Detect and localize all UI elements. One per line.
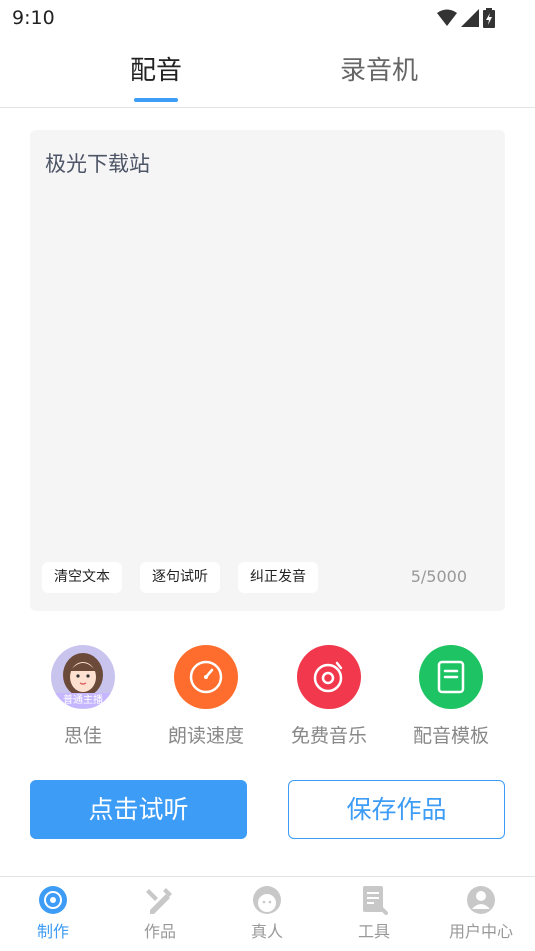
user-icon bbox=[466, 885, 496, 915]
status-time: 9:10 bbox=[12, 7, 55, 29]
nav-label-works: 作品 bbox=[143, 922, 176, 941]
feature-row: 普通主播 思佳 朗读速度 免费音乐 配音模板 bbox=[0, 645, 535, 755]
status-icons bbox=[437, 8, 495, 28]
nav-label-user-center: 用户中心 bbox=[448, 922, 513, 941]
nav-item-make[interactable]: 制作 bbox=[8, 885, 98, 942]
tab-recorder[interactable]: 录音机 bbox=[340, 50, 418, 87]
char-count: 5/5000 bbox=[410, 567, 467, 586]
wifi-icon bbox=[437, 9, 457, 26]
voice-badge: 普通主播 bbox=[54, 693, 112, 708]
signal-icon bbox=[461, 9, 479, 27]
reading-speed-label: 朗读速度 bbox=[167, 725, 244, 747]
battery-icon bbox=[483, 8, 495, 28]
voice-selector[interactable]: 普通主播 思佳 bbox=[33, 645, 133, 748]
save-work-button[interactable]: 保存作品 bbox=[288, 780, 505, 839]
bottom-nav: 制作 作品 真人 工具 用户中心 bbox=[0, 876, 535, 951]
active-tab-indicator bbox=[134, 98, 178, 102]
correct-pronunciation-button[interactable]: 纠正发音 bbox=[238, 562, 318, 593]
nav-label-tools: 工具 bbox=[357, 922, 390, 941]
free-music-label: 免费音乐 bbox=[290, 725, 367, 747]
nav-item-user-center[interactable]: 用户中心 bbox=[436, 885, 526, 942]
top-tabs: 配音 录音机 bbox=[0, 36, 535, 108]
status-bar: 9:10 bbox=[0, 0, 535, 36]
free-music-button[interactable]: 免费音乐 bbox=[279, 645, 379, 748]
sentence-preview-button[interactable]: 逐句试听 bbox=[140, 562, 220, 593]
nav-label-make: 制作 bbox=[36, 922, 69, 941]
music-disc-icon bbox=[297, 645, 361, 709]
speedometer-icon bbox=[174, 645, 238, 709]
nav-label-real-person: 真人 bbox=[250, 922, 283, 941]
dubbing-template-button[interactable]: 配音模板 bbox=[401, 645, 501, 748]
voice-label: 思佳 bbox=[63, 725, 102, 747]
voice-avatar: 普通主播 bbox=[51, 645, 115, 709]
nav-item-tools[interactable]: 工具 bbox=[329, 885, 419, 942]
text-editor[interactable]: 极光下载站 清空文本 逐句试听 纠正发音 5/5000 bbox=[30, 130, 505, 611]
person-face-icon bbox=[252, 885, 282, 915]
document-icon bbox=[419, 645, 483, 709]
tools-doc-icon bbox=[359, 885, 389, 915]
disc-icon bbox=[38, 885, 68, 915]
pencil-ruler-icon bbox=[145, 885, 175, 915]
nav-item-real-person[interactable]: 真人 bbox=[222, 885, 312, 942]
clear-text-button[interactable]: 清空文本 bbox=[42, 562, 122, 593]
editor-text[interactable]: 极光下载站 bbox=[45, 148, 150, 178]
nav-item-works[interactable]: 作品 bbox=[115, 885, 205, 942]
listen-button[interactable]: 点击试听 bbox=[30, 780, 247, 839]
tab-dubbing[interactable]: 配音 bbox=[130, 50, 182, 87]
reading-speed-button[interactable]: 朗读速度 bbox=[156, 645, 256, 748]
dubbing-template-label: 配音模板 bbox=[412, 725, 489, 747]
